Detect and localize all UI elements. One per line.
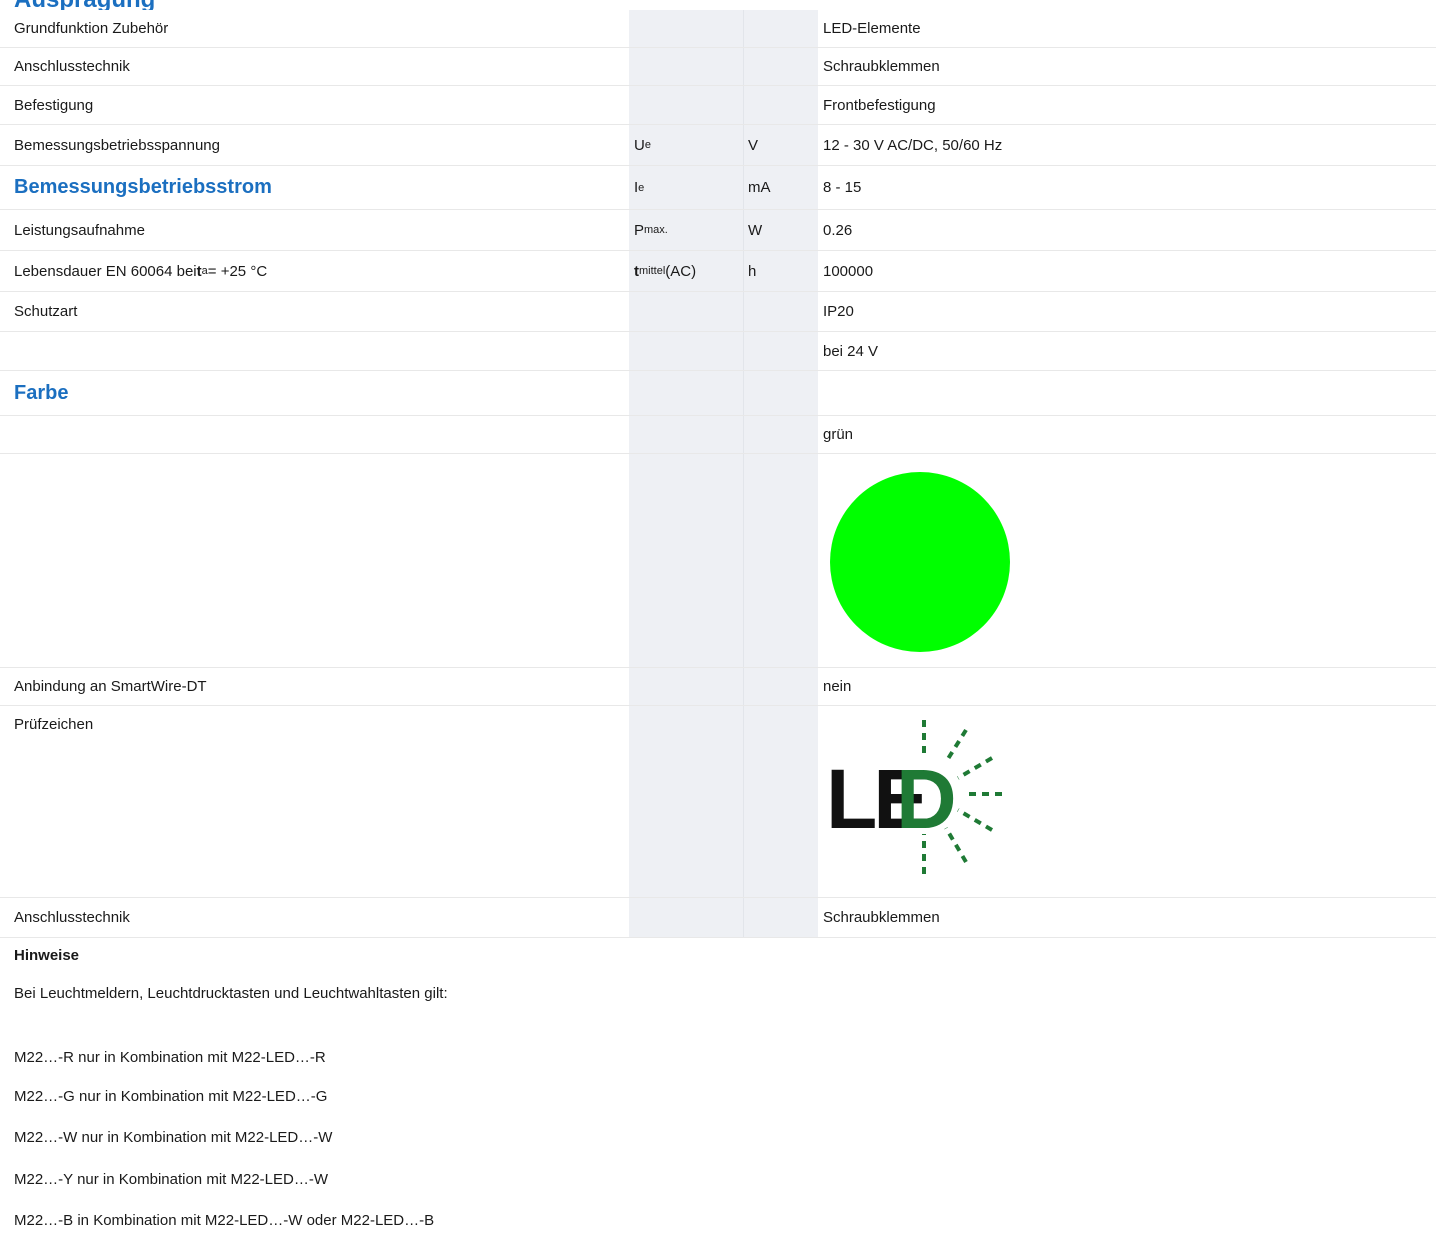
row-value: 12 - 30 V AC/DC, 50/60 Hz xyxy=(823,136,1003,154)
row-label: Befestigung xyxy=(14,96,94,114)
table-row: Grundfunktion Zubehör LED-Elemente xyxy=(0,10,1436,48)
table-row: Farbe xyxy=(0,371,1436,416)
led-logo-text-d: D xyxy=(896,752,957,846)
row-value: nein xyxy=(823,678,852,695)
table-row: Prüfzeichen xyxy=(0,706,1436,898)
row-value: LED-Elemente xyxy=(823,20,921,37)
table-row: Anschlusstechnik Schraubklemmen xyxy=(0,898,1436,938)
row-label: Anschlusstechnik xyxy=(14,58,130,75)
note-item: M22…-G nur in Kombination mit M22-LED…-G xyxy=(14,1088,328,1105)
color-swatch xyxy=(830,472,1010,652)
row-label: Schutzart xyxy=(14,303,78,320)
table-row: bei 24 V xyxy=(0,332,1436,371)
note-item: M22…-R nur in Kombination mit M22-LED…-R xyxy=(14,1049,326,1066)
row-label: Lebensdauer EN 60064 bei ta = +25 °C xyxy=(14,262,268,280)
led-approval-logo: LE D xyxy=(826,720,1002,874)
notes-title: Hinweise xyxy=(14,947,80,964)
row-value: Schraubklemmen xyxy=(823,909,940,926)
row-symbol: Ie xyxy=(634,179,645,196)
row-label: Grundfunktion Zubehör xyxy=(14,20,169,37)
row-value: 8 - 15 xyxy=(823,179,862,196)
row-label: Prüfzeichen xyxy=(14,716,94,733)
row-value: 0.26 xyxy=(823,221,853,239)
row-value: grün xyxy=(823,426,854,443)
row-value: Schraubklemmen xyxy=(823,58,940,75)
row-unit: V xyxy=(748,136,759,154)
note-item: M22…-Y nur in Kombination mit M22-LED…-W xyxy=(14,1171,328,1188)
table-row: Bemessungsbetriebsstrom Ie mA 8 - 15 xyxy=(0,166,1436,210)
table-row: Schutzart IP20 xyxy=(0,292,1436,332)
row-label: Anbindung an SmartWire-DT xyxy=(14,678,207,695)
row-label: Leistungsaufnahme xyxy=(14,221,145,239)
section-header: Ausprägung xyxy=(14,0,155,10)
row-value: bei 24 V xyxy=(823,342,879,360)
row-unit: W xyxy=(748,221,763,239)
note-item: M22…-W nur in Kombination mit M22-LED…-W xyxy=(14,1129,333,1146)
row-unit: h xyxy=(748,262,757,280)
table-row: Bemessungsbetriebsspannung Ue V 12 - 30 … xyxy=(0,125,1436,166)
row-unit: mA xyxy=(748,179,771,196)
row-heading-label: Bemessungsbetriebsstrom xyxy=(14,176,272,198)
notes-intro: Bei Leuchtmeldern, Leuchtdrucktasten und… xyxy=(14,985,448,1002)
row-label: Bemessungsbetriebsspannung xyxy=(14,136,220,154)
table-row xyxy=(0,454,1436,668)
row-value: IP20 xyxy=(823,303,854,320)
table-row: Anbindung an SmartWire-DT nein xyxy=(0,668,1436,706)
row-heading-label: Farbe xyxy=(14,381,69,404)
row-label: Anschlusstechnik xyxy=(14,909,130,926)
row-symbol: Ue xyxy=(634,136,651,154)
row-value: 100000 xyxy=(823,262,874,280)
table-row: Lebensdauer EN 60064 bei ta = +25 °C t mi… xyxy=(0,251,1436,292)
row-value: Frontbefestigung xyxy=(823,96,936,114)
table-row: grün xyxy=(0,416,1436,454)
note-item: M22…-B in Kombination mit M22-LED…-W ode… xyxy=(14,1212,435,1229)
table-row: Befestigung Frontbefestigung xyxy=(0,86,1436,125)
table-row: Anschlusstechnik Schraubklemmen xyxy=(0,48,1436,86)
row-symbol: t mittel (AC) xyxy=(634,262,697,280)
table-row: Leistungsaufnahme Pmax. W 0.26 xyxy=(0,210,1436,251)
row-symbol: Pmax. xyxy=(634,221,668,239)
